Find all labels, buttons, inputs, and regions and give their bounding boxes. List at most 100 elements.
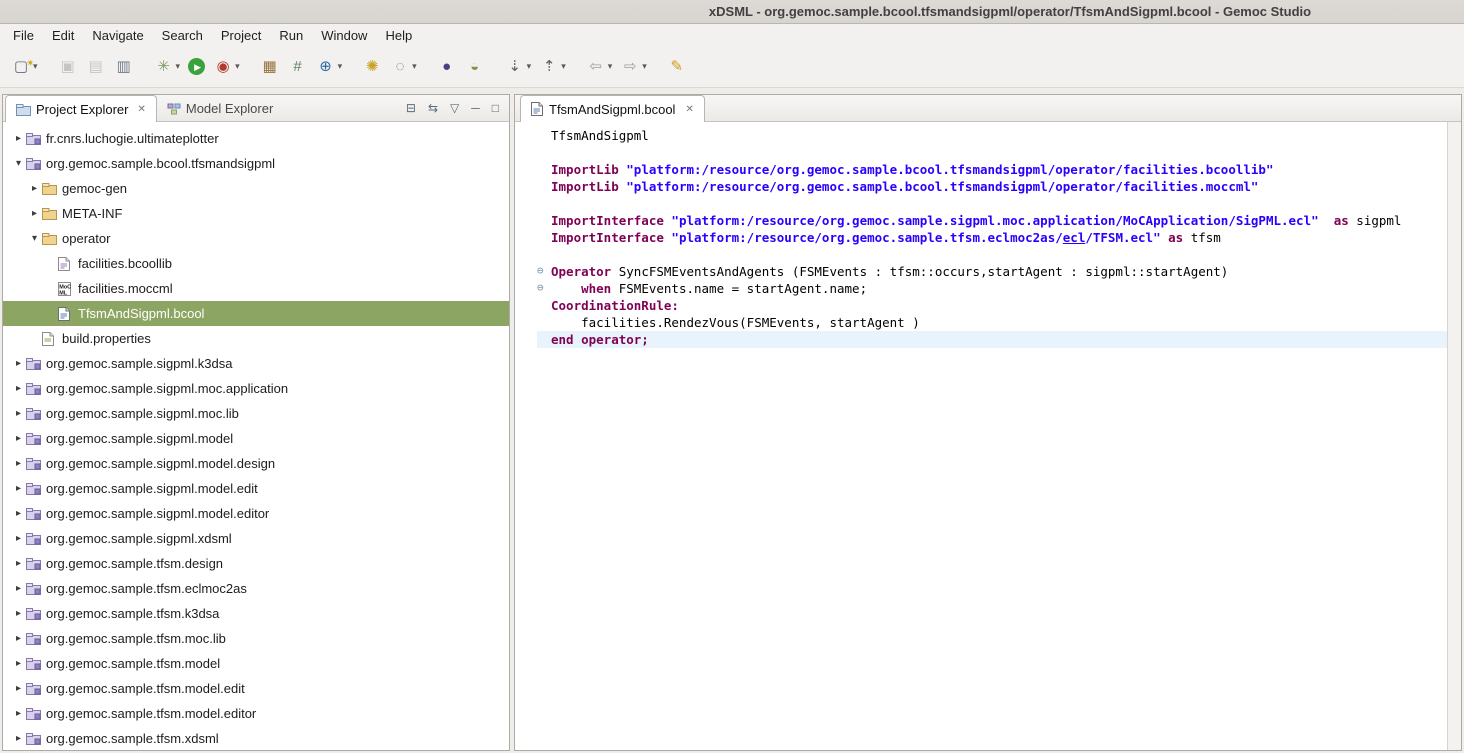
close-icon[interactable]: ✕ (685, 104, 693, 115)
tree-item-org-gemoc-sample-sigpml-moc-application[interactable]: ▸org.gemoc.sample.sigpml.moc.application (3, 376, 509, 401)
chevron-collapsed-icon[interactable]: ▸ (11, 558, 26, 569)
tree-item-gemoc-gen[interactable]: ▸ gemoc-gen (3, 176, 509, 201)
tree-item-org-gemoc-sample-tfsm-model[interactable]: ▸org.gemoc.sample.tfsm.model (3, 651, 509, 676)
chevron-collapsed-icon[interactable]: ▸ (11, 708, 26, 719)
run-button[interactable]: ▶ (185, 55, 208, 78)
tree-item-meta-inf[interactable]: ▸META-INF (3, 201, 509, 226)
fold-collapse-icon[interactable]: ⊖ (537, 280, 551, 297)
back-button[interactable]: ⇦▾ (583, 54, 616, 80)
open-browser-button[interactable]: ⊕▾ (313, 54, 346, 80)
chevron-collapsed-icon[interactable]: ▸ (11, 358, 26, 369)
chevron-collapsed-icon[interactable]: ▸ (11, 433, 26, 444)
tree-item-build-properties[interactable]: build.properties (3, 326, 509, 351)
tree-item-org-gemoc-sample-sigpml-model-editor[interactable]: ▸org.gemoc.sample.sigpml.model.editor (3, 501, 509, 526)
tree-item-org-gemoc-sample-sigpml-k3dsa[interactable]: ▸org.gemoc.sample.sigpml.k3dsa (3, 351, 509, 376)
menu-navigate[interactable]: Navigate (83, 25, 152, 46)
next-annotation-button[interactable]: ⇣▾ (502, 54, 535, 80)
dropdown-arrow-icon[interactable]: ▾ (642, 61, 647, 72)
menu-edit[interactable]: Edit (43, 25, 83, 46)
dropdown-arrow-icon[interactable]: ▾ (412, 61, 417, 72)
run-config-button[interactable]: ◒ (462, 54, 488, 80)
previous-annotation-button[interactable]: ⇡▾ (536, 54, 569, 80)
maximize-icon[interactable]: □ (492, 101, 499, 115)
open-element-button[interactable]: ◌▾ (387, 54, 420, 80)
tree-item-org-gemoc-sample-tfsm-model-editor[interactable]: ▸org.gemoc.sample.tfsm.model.editor (3, 701, 509, 726)
chevron-collapsed-icon[interactable]: ▸ (11, 483, 26, 494)
menu-window[interactable]: Window (312, 25, 376, 46)
chevron-collapsed-icon[interactable]: ▸ (27, 183, 42, 194)
fold-collapse-icon[interactable]: ⊖ (537, 263, 551, 280)
chevron-collapsed-icon[interactable]: ▸ (11, 383, 26, 394)
chevron-expanded-icon[interactable]: ▾ (27, 233, 42, 244)
tree-item-org-gemoc-sample-sigpml-model-design[interactable]: ▸org.gemoc.sample.sigpml.model.design (3, 451, 509, 476)
overview-ruler[interactable] (1447, 122, 1461, 750)
new-table-button[interactable]: # (285, 54, 311, 80)
chevron-collapsed-icon[interactable]: ▸ (27, 208, 42, 219)
tree-item-org-gemoc-sample-sigpml-moc-lib[interactable]: ▸ org.gemoc.sample.sigpml.moc.lib (3, 401, 509, 426)
dropdown-arrow-icon[interactable]: ▾ (527, 61, 532, 72)
tree-item-label: org.gemoc.sample.sigpml.moc.lib (44, 406, 239, 421)
link-with-editor-icon[interactable]: ⇆ (428, 101, 438, 115)
close-icon[interactable]: ✕ (137, 104, 145, 115)
tree-item-fr-cnrs-luchogie-ultimateplotter[interactable]: ▸fr.cnrs.luchogie.ultimateplotter (3, 126, 509, 151)
dropdown-arrow-icon[interactable]: ▾ (235, 61, 240, 72)
menu-search[interactable]: Search (153, 25, 212, 46)
tree-item-facilities-moccml[interactable]: MoCMLfacilities.moccml (3, 276, 509, 301)
menu-file[interactable]: File (4, 25, 43, 46)
tree-item-org-gemoc-sample-sigpml-model-edit[interactable]: ▸org.gemoc.sample.sigpml.model.edit (3, 476, 509, 501)
menu-help[interactable]: Help (376, 25, 421, 46)
editor-tab-tfsmandsigpml-bcool[interactable]: TfsmAndSigpml.bcool ✕ (520, 95, 705, 122)
chevron-collapsed-icon[interactable]: ▸ (11, 683, 26, 694)
debug-button[interactable]: ✳▾ (151, 54, 184, 80)
search-button[interactable]: ✺ (359, 54, 385, 80)
chevron-collapsed-icon[interactable]: ▸ (11, 508, 26, 519)
editor-tabbar: TfsmAndSigpml.bcool ✕ (515, 95, 1461, 122)
chevron-collapsed-icon[interactable]: ▸ (11, 533, 26, 544)
menu-run[interactable]: Run (270, 25, 312, 46)
dropdown-arrow-icon[interactable]: ▾ (561, 61, 566, 72)
gemoc-engine-button[interactable]: ● (434, 54, 460, 80)
project-tree[interactable]: ▸fr.cnrs.luchogie.ultimateplotter▾org.ge… (3, 122, 509, 750)
chevron-collapsed-icon[interactable]: ▸ (11, 408, 26, 419)
chevron-collapsed-icon[interactable]: ▸ (11, 133, 26, 144)
print-button[interactable]: ▥ (111, 54, 137, 80)
tree-item-org-gemoc-sample-tfsm-eclmoc2as[interactable]: ▸org.gemoc.sample.tfsm.eclmoc2as (3, 576, 509, 601)
view-tab-model-explorer[interactable]: Model Explorer (157, 95, 283, 121)
tree-item-org-gemoc-sample-sigpml-xdsml[interactable]: ▸org.gemoc.sample.sigpml.xdsml (3, 526, 509, 551)
folder-icon (42, 207, 60, 220)
tree-item-org-gemoc-sample-tfsm-design[interactable]: ▸org.gemoc.sample.tfsm.design (3, 551, 509, 576)
save-button[interactable]: ▣ (55, 54, 81, 80)
chevron-collapsed-icon[interactable]: ▸ (11, 583, 26, 594)
tree-item-operator[interactable]: ▾operator (3, 226, 509, 251)
tree-item-facilities-bcoollib[interactable]: facilities.bcoollib (3, 251, 509, 276)
save-all-button[interactable]: ▤ (83, 54, 109, 80)
highlight-marker-button[interactable]: ✎ (664, 54, 690, 80)
new-package-button[interactable]: ▦ (257, 54, 283, 80)
collapse-all-icon[interactable]: ⊟ (406, 101, 416, 115)
tree-item-org-gemoc-sample-bcool-tfsmandsigpml[interactable]: ▾org.gemoc.sample.bcool.tfsmandsigpml (3, 151, 509, 176)
chevron-collapsed-icon[interactable]: ▸ (11, 658, 26, 669)
dropdown-arrow-icon[interactable]: ▾ (176, 61, 181, 72)
chevron-collapsed-icon[interactable]: ▸ (11, 608, 26, 619)
chevron-collapsed-icon[interactable]: ▸ (11, 458, 26, 469)
view-tab-project-explorer[interactable]: Project Explorer✕ (5, 95, 157, 122)
chevron-collapsed-icon[interactable]: ▸ (11, 733, 26, 744)
tree-item-org-gemoc-sample-tfsm-moc-lib[interactable]: ▸org.gemoc.sample.tfsm.moc.lib (3, 626, 509, 651)
dropdown-arrow-icon[interactable]: ▾ (338, 61, 343, 72)
tree-item-org-gemoc-sample-tfsm-model-edit[interactable]: ▸org.gemoc.sample.tfsm.model.edit (3, 676, 509, 701)
view-menu-icon[interactable]: ▽ (450, 101, 459, 115)
tree-item-org-gemoc-sample-tfsm-xdsml[interactable]: ▸org.gemoc.sample.tfsm.xdsml (3, 726, 509, 750)
minimize-icon[interactable]: ─ (471, 101, 480, 115)
chevron-expanded-icon[interactable]: ▾ (11, 158, 26, 169)
tree-item-label: gemoc-gen (60, 181, 127, 196)
chevron-collapsed-icon[interactable]: ▸ (11, 633, 26, 644)
external-tools-button[interactable]: ◉▾ (210, 54, 243, 80)
new-wizard-button[interactable]: ▢✷▾ (8, 54, 41, 80)
forward-button[interactable]: ⇨▾ (617, 54, 650, 80)
tree-item-org-gemoc-sample-sigpml-model[interactable]: ▸org.gemoc.sample.sigpml.model (3, 426, 509, 451)
tree-item-tfsmandsigpml-bcool[interactable]: TfsmAndSigpml.bcool (3, 301, 509, 326)
dropdown-arrow-icon[interactable]: ▾ (608, 61, 613, 72)
code-area[interactable]: TfsmAndSigpmlImportLib "platform:/resour… (515, 122, 1447, 750)
tree-item-org-gemoc-sample-tfsm-k3dsa[interactable]: ▸org.gemoc.sample.tfsm.k3dsa (3, 601, 509, 626)
menu-project[interactable]: Project (212, 25, 270, 46)
